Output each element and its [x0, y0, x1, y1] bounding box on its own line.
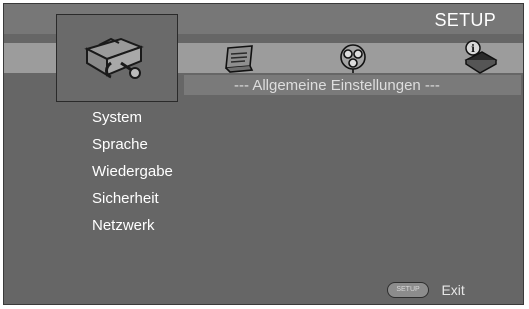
setup-button-icon: SETUP	[387, 281, 429, 298]
tab-picture[interactable]	[222, 44, 258, 74]
menu-item-sicherheit[interactable]: Sicherheit	[92, 189, 173, 216]
menu-item-netzwerk[interactable]: Netzwerk	[92, 216, 173, 243]
svg-text:i: i	[471, 44, 475, 55]
menu-item-sprache[interactable]: Sprache	[92, 135, 173, 162]
section-title: --- Allgemeine Einstellungen ---	[234, 77, 440, 94]
menu-item-wiedergabe[interactable]: Wiedergabe	[92, 162, 173, 189]
display-settings-icon	[225, 45, 254, 73]
menu-item-system[interactable]: System	[92, 108, 173, 135]
page-title: SETUP	[434, 10, 496, 30]
exit-hint[interactable]: SETUP Exit	[387, 281, 465, 298]
tab-info[interactable]: i	[462, 40, 498, 74]
speaker-icon	[340, 44, 366, 73]
info-book-icon: i	[464, 40, 498, 74]
tab-general-settings[interactable]	[56, 14, 178, 102]
toolbox-icon	[84, 37, 144, 79]
exit-label: Exit	[441, 281, 465, 298]
setup-screen: SETUP i --- Allgemeine Einstellungen ---…	[3, 3, 524, 305]
settings-menu: System Sprache Wiedergabe Sicherheit Net…	[92, 108, 173, 243]
tab-audio[interactable]	[338, 42, 368, 74]
section-header: --- Allgemeine Einstellungen ---	[184, 75, 521, 95]
